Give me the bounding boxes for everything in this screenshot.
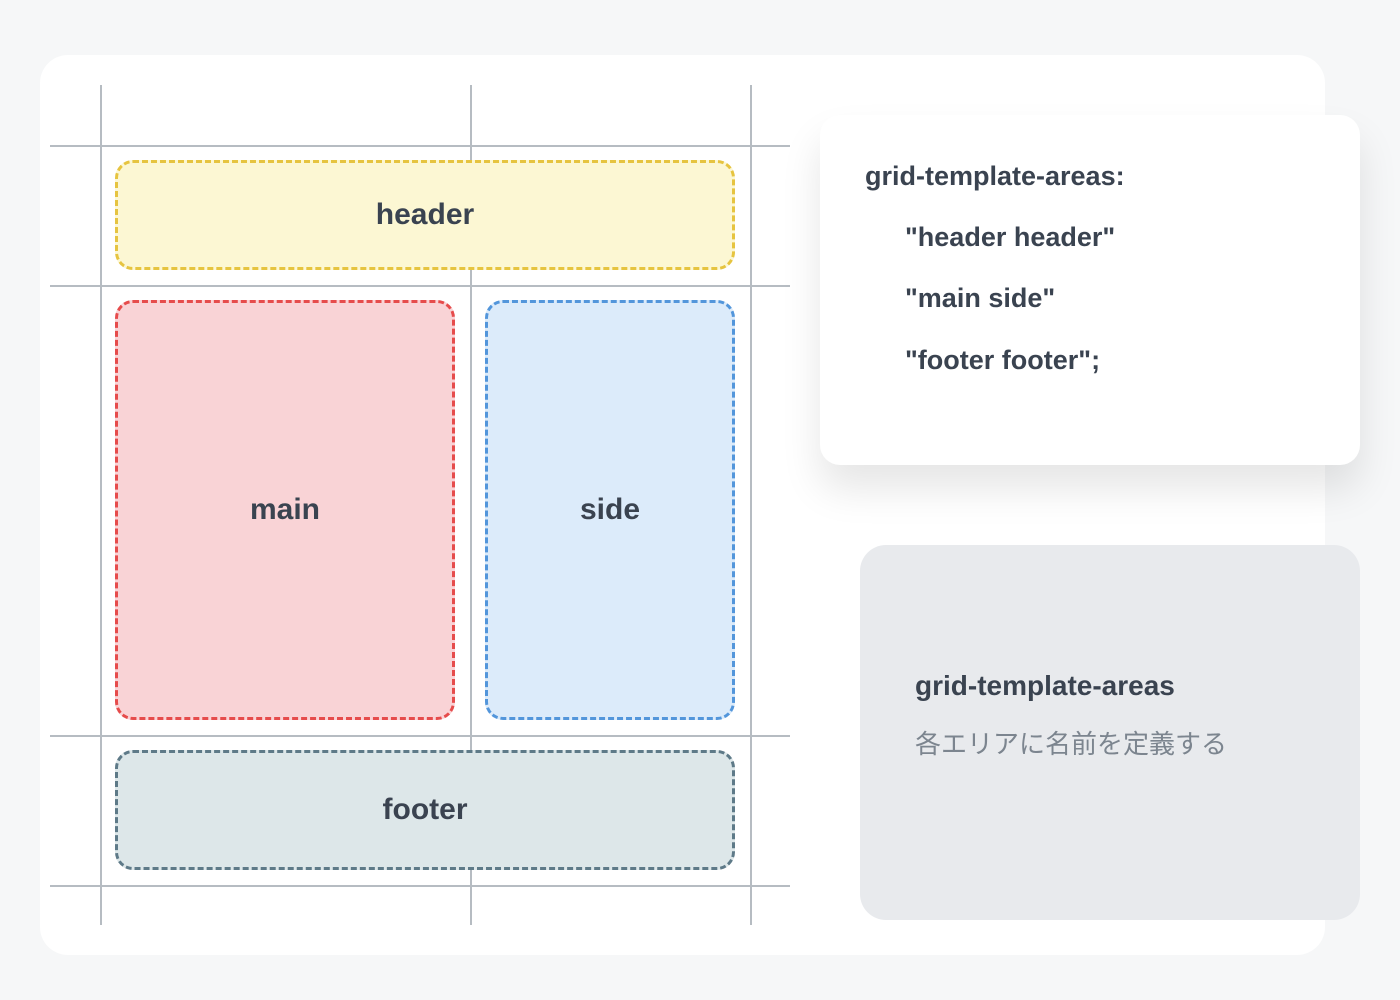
grid-column-line-1 xyxy=(100,85,102,925)
area-label-header: header xyxy=(376,198,474,232)
grid-row-line-3 xyxy=(50,735,790,737)
area-label-footer: footer xyxy=(383,793,468,827)
grid-column-line-3 xyxy=(750,85,752,925)
code-row-1: "header header" xyxy=(865,216,1315,259)
code-row-3: "footer footer"; xyxy=(865,339,1315,382)
description-card: grid-template-areas 各エリアに名前を定義する xyxy=(860,545,1360,920)
grid-area-footer: footer xyxy=(115,750,735,870)
grid-row-line-1 xyxy=(50,145,790,147)
code-row-2: "main side" xyxy=(865,277,1315,320)
diagram-canvas: header main side footer grid-template-ar… xyxy=(40,55,1325,955)
description-text: 各エリアに名前を定義する xyxy=(915,724,1305,764)
grid-area-main: main xyxy=(115,300,455,720)
area-label-main: main xyxy=(250,493,320,527)
grid-visual: header main side footer xyxy=(50,85,790,925)
grid-area-side: side xyxy=(485,300,735,720)
grid-row-line-2 xyxy=(50,285,790,287)
code-property-line: grid-template-areas: xyxy=(865,155,1315,198)
grid-area-header: header xyxy=(115,160,735,270)
grid-row-line-4 xyxy=(50,885,790,887)
area-label-side: side xyxy=(580,493,640,527)
description-title: grid-template-areas xyxy=(915,670,1305,702)
css-code-block: grid-template-areas: "header header" "ma… xyxy=(820,115,1360,465)
